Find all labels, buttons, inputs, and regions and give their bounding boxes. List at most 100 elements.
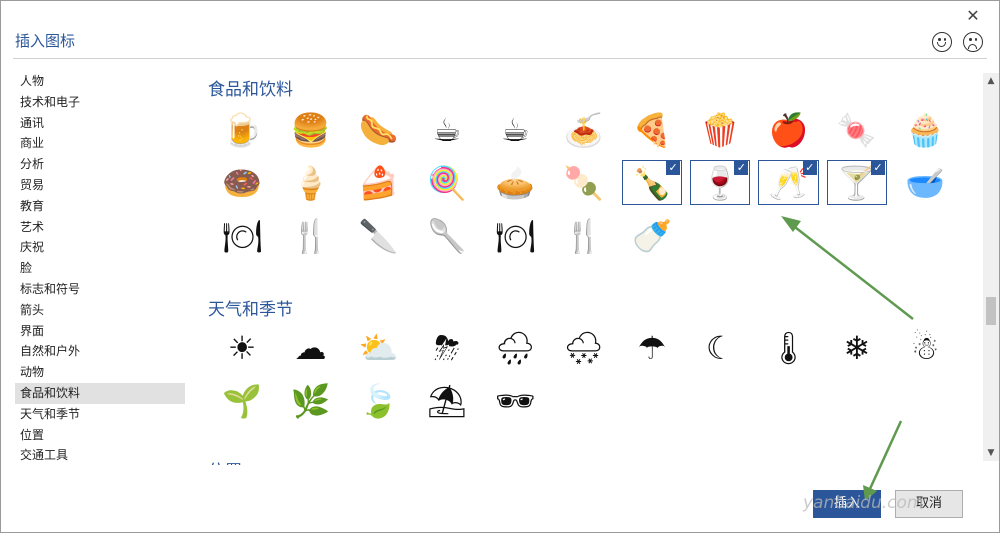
title-divider: [13, 58, 987, 59]
cancel-button[interactable]: 取消: [895, 490, 963, 518]
cloche-icon[interactable]: 🍽: [208, 209, 276, 262]
category-item[interactable]: 标志和符号: [15, 279, 185, 300]
icon-glyph: 🥧: [495, 163, 536, 202]
moon-stars-icon[interactable]: ☾: [686, 321, 754, 374]
category-item[interactable]: 交通工具: [15, 445, 185, 465]
cocktail-icon[interactable]: 🍸 ✓: [823, 156, 891, 209]
icon-glyph: 🍿: [700, 110, 741, 149]
fork-knife-icon[interactable]: 🍴: [549, 209, 617, 262]
cloud-icon[interactable]: ☁: [276, 321, 344, 374]
lollipop-icon[interactable]: 🍭: [413, 156, 481, 209]
beer-mug-icon[interactable]: 🍺: [208, 103, 276, 156]
wine-glass-icon[interactable]: 🍷 ✓: [686, 156, 754, 209]
thunderstorm-icon[interactable]: ⛈: [413, 321, 481, 374]
icon-glyph: ☕: [500, 110, 530, 149]
bowl-icon[interactable]: 🥣: [891, 156, 959, 209]
checkmark-icon: ✓: [666, 161, 681, 175]
beach-umbrella-icon[interactable]: ⛱: [413, 374, 481, 427]
category-item[interactable]: 脸: [15, 258, 185, 279]
icon-glyph: 🍺: [222, 110, 263, 149]
category-item[interactable]: 技术和电子: [15, 92, 185, 113]
scroll-down-icon[interactable]: ▼: [983, 445, 999, 461]
icon-glyph: 🍦: [290, 163, 331, 202]
icon-glyph: 🌨: [563, 328, 604, 367]
icon-glyph: ☁: [294, 328, 327, 367]
category-item[interactable]: 界面: [15, 321, 185, 342]
wine-bottle-icon[interactable]: 🍾 ✓: [618, 156, 686, 209]
snowflake-icon[interactable]: ❄: [823, 321, 891, 374]
popsicle-icon[interactable]: 🍡: [549, 156, 617, 209]
category-item[interactable]: 分析: [15, 154, 185, 175]
category-item[interactable]: 贸易: [15, 175, 185, 196]
insert-button[interactable]: 插入: [813, 490, 881, 518]
seed-packet-icon[interactable]: 🌱: [208, 374, 276, 427]
category-item[interactable]: 商业: [15, 133, 185, 154]
burger-drink-icon[interactable]: 🍔: [276, 103, 344, 156]
category-list: 人物 技术和电子 通讯 商业 分析 贸易 教育 艺术 庆祝脸标志和符号 箭头 界面 自然和户外 动物 食品…: [15, 71, 185, 465]
icon-glyph: ☃: [910, 328, 940, 367]
sprout-icon[interactable]: 🌿: [276, 374, 344, 427]
gallery-scrollbar[interactable]: ▲ ▼: [983, 73, 999, 461]
close-icon[interactable]: ✕: [963, 6, 983, 26]
section-title-location: 位置: [208, 457, 242, 465]
knife-icon[interactable]: 🔪: [345, 209, 413, 262]
muffin-icon[interactable]: 🧁: [891, 103, 959, 156]
sun-icon[interactable]: ☀: [208, 321, 276, 374]
rain-cloud-icon[interactable]: 🌧: [481, 321, 549, 374]
category-item[interactable]: 动物: [15, 362, 185, 383]
icon-glyph: 🔪: [358, 216, 399, 255]
coffee-cup-icon[interactable]: ☕: [413, 103, 481, 156]
scroll-up-icon[interactable]: ▲: [983, 73, 999, 89]
thermometer-icon[interactable]: 🌡: [754, 321, 822, 374]
spaghetti-icon[interactable]: 🍝: [549, 103, 617, 156]
category-item[interactable]: 艺术: [15, 217, 185, 238]
candy-icon[interactable]: 🍬: [823, 103, 891, 156]
fork-icon[interactable]: 🍴: [276, 209, 344, 262]
icon-glyph: 🍰: [358, 163, 399, 202]
sunglasses-icon[interactable]: 🕶: [481, 374, 549, 427]
hot-mug-icon[interactable]: ☕: [481, 103, 549, 156]
checkmark-icon: ✓: [870, 161, 885, 175]
pizza-slice-icon[interactable]: 🍕: [618, 103, 686, 156]
icon-glyph: 🍬: [836, 110, 877, 149]
category-item[interactable]: 自然和户外: [15, 341, 185, 362]
pie-icon[interactable]: 🥧: [481, 156, 549, 209]
ice-cream-cone-icon[interactable]: 🍦: [276, 156, 344, 209]
smile-face-icon[interactable]: [932, 32, 952, 52]
category-item[interactable]: 箭头: [15, 300, 185, 321]
icon-glyph: ⛈: [434, 328, 460, 367]
icon-glyph: 🌭: [358, 110, 399, 149]
icon-glyph: 🍔: [290, 110, 331, 149]
donut-icon[interactable]: 🍩: [208, 156, 276, 209]
icon-glyph: ☂: [637, 328, 667, 367]
icon-glyph: 🧁: [905, 110, 946, 149]
leaf-icon[interactable]: 🍃: [345, 374, 413, 427]
category-item[interactable]: 教育: [15, 196, 185, 217]
hotdog-icon[interactable]: 🌭: [345, 103, 413, 156]
spoon-icon[interactable]: 🥄: [413, 209, 481, 262]
plate-icon[interactable]: 🍽: [481, 209, 549, 262]
icon-glyph: ☕: [432, 110, 462, 149]
category-item[interactable]: 庆祝: [15, 237, 185, 258]
category-item[interactable]: 食品和饮料: [15, 382, 185, 404]
category-item[interactable]: 人物: [15, 71, 185, 92]
snow-cloud-icon[interactable]: 🌨: [549, 321, 617, 374]
icon-glyph: 🥄: [427, 216, 467, 255]
icon-glyph: ⛱: [426, 381, 468, 420]
partly-cloudy-icon[interactable]: ⛅: [345, 321, 413, 374]
category-item[interactable]: 天气和季节: [15, 404, 185, 425]
icon-gallery: 食品和饮料 🍺 🍔 🌭 ☕ ☕ 🍝 🍕 🍿 🍎 🍬 🧁 🍩 🍦 🍰 🍭 🥧 🍡 🍾 ✓ 🍷 ✓ 🥂 ✓ 🍸 ✓ 🥣 🍽 🍴 🔪 🥄 🍽 🍴 🍼 …: [196, 69, 981, 465]
apple-icon[interactable]: 🍎: [754, 103, 822, 156]
cake-slice-icon[interactable]: 🍰: [345, 156, 413, 209]
snowman-icon[interactable]: ☃: [891, 321, 959, 374]
umbrella-icon[interactable]: ☂: [618, 321, 686, 374]
icon-glyph: ☾: [705, 328, 735, 367]
frown-face-icon[interactable]: [963, 32, 983, 52]
category-item[interactable]: 通讯: [15, 113, 185, 134]
category-item[interactable]: 位置: [15, 425, 185, 446]
popcorn-icon[interactable]: 🍿: [686, 103, 754, 156]
baby-bottle-icon[interactable]: 🍼: [618, 209, 686, 262]
icon-glyph: ⛅: [358, 328, 399, 367]
scroll-thumb[interactable]: [986, 297, 996, 325]
champagne-flute-icon[interactable]: 🥂 ✓: [754, 156, 822, 209]
